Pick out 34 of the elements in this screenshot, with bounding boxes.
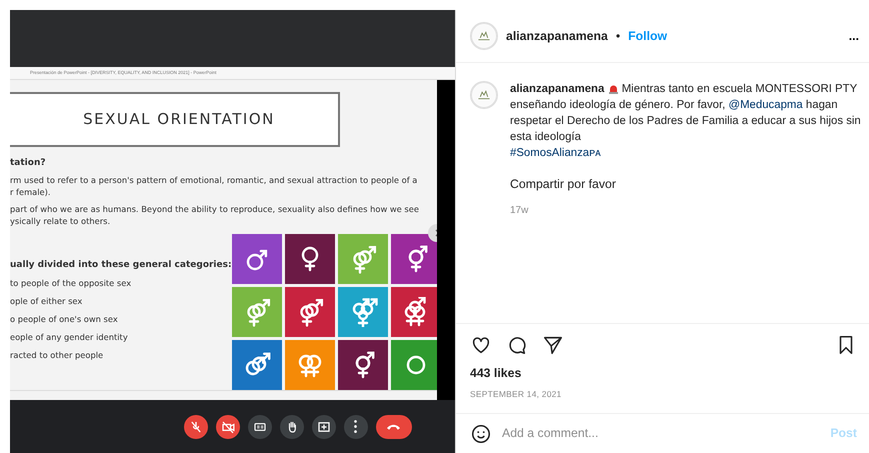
- raise-hand-button[interactable]: [280, 414, 304, 438]
- hashtag-link[interactable]: #SomosAlianzaᴘᴀ: [510, 145, 601, 161]
- separator-dot: •: [616, 28, 620, 45]
- post-note: Compartir por favor: [510, 176, 617, 193]
- mention-link[interactable]: @Meducapma: [728, 99, 803, 111]
- slide-bullet-text: to people of the opposite sex: [10, 277, 132, 289]
- hang-up-button[interactable]: [376, 414, 412, 438]
- slide-bullet-text: eople of any gender identity: [10, 331, 129, 343]
- slide-paragraph: rm used to refer to a person's pattern of emotional, romantic, and sexual attraction to people of a r female).: [10, 174, 418, 198]
- phone-icon: [387, 424, 400, 430]
- slide-bullet-text: ople of either sex: [10, 295, 84, 307]
- camera-off-button[interactable]: [216, 414, 240, 438]
- slide-heading: tation?: [10, 157, 47, 169]
- more-options-button[interactable]: ...: [848, 26, 859, 46]
- post-date: SEPTEMBER 14, 2021: [470, 388, 562, 401]
- slide-paragraph: part of who we are as humans. Beyond the ability to reproduce, sexuality also defines how we see ysically relate to others.: [10, 203, 420, 227]
- username-link[interactable]: alianzapanamena: [510, 83, 604, 95]
- username-link[interactable]: alianzapanamena: [506, 26, 608, 46]
- slide-bullet-text: o people of one's own sex: [10, 313, 119, 325]
- more-vertical-icon: [354, 420, 357, 433]
- siren-emoji-icon: [608, 83, 619, 94]
- likes-count: 443 likes: [470, 364, 522, 382]
- post-age: 17w: [510, 204, 530, 218]
- captions-button[interactable]: [248, 414, 272, 438]
- emoji-icon[interactable]: [470, 422, 492, 444]
- profile-avatar-icon[interactable]: [470, 81, 498, 109]
- microphone-off-button[interactable]: [184, 414, 208, 438]
- slide-bullet-text: racted to other people: [10, 349, 104, 361]
- slide-heading: ually divided into these general categories:: [10, 259, 232, 271]
- profile-avatar-icon[interactable]: [470, 22, 498, 50]
- more-options-button[interactable]: [344, 414, 368, 438]
- post-caption: alianzapanamena Mientras tanto en escuela MONTESSORI PTY enseñando ideología de género. Por favor, @Meducapma hagan respetar el Derecho de los Padres de Familia a educar a sus hijos sin esta ideología: [510, 82, 862, 145]
- slide-title: SEXUAL ORIENTATION: [10, 92, 340, 147]
- present-button[interactable]: [312, 414, 336, 438]
